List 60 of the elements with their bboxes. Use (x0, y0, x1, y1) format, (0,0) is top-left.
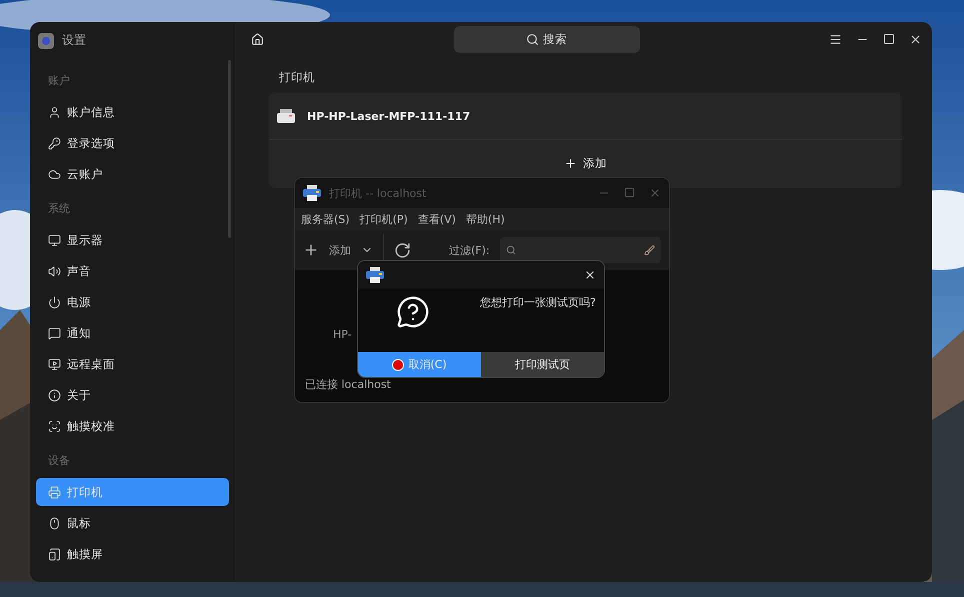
speaker-icon (48, 264, 61, 278)
sidebar-item[interactable]: 声音 (36, 257, 229, 285)
page-title: 打印机 (278, 69, 316, 86)
close-icon[interactable] (909, 32, 922, 46)
filter-label: 过滤(F): (449, 242, 490, 258)
section-heading: 设备 (47, 453, 71, 469)
sidebar-item[interactable]: 触摸屏 (36, 540, 229, 568)
sidebar-item[interactable]: 远程桌面 (36, 350, 229, 378)
add-button[interactable]: 添加 (560, 152, 611, 174)
cloud-icon (48, 168, 61, 180)
printer-icon (48, 486, 61, 498)
sidebar-item[interactable]: 云账户 (36, 160, 229, 188)
touchscreen-icon (48, 548, 61, 560)
filter-field[interactable] (500, 237, 661, 263)
search-field[interactable]: 搜索 (454, 26, 640, 52)
dialog-button[interactable]: 打印测试页 (481, 352, 604, 377)
plus-icon (564, 156, 577, 170)
printer-app-icon (303, 185, 321, 201)
mouse-icon (48, 516, 61, 530)
settings-app-icon (38, 32, 54, 48)
search-icon (506, 245, 516, 255)
key-icon (48, 136, 61, 150)
remote-desktop-icon (48, 358, 61, 370)
section-heading: 系统 (47, 201, 71, 217)
dialog-message: 您想打印一张测试页吗? (480, 295, 596, 311)
close-icon[interactable] (584, 269, 596, 281)
info-icon (48, 388, 61, 402)
add-label[interactable]: 添加 (329, 242, 351, 258)
user-icon (48, 106, 61, 118)
record-icon (392, 358, 404, 370)
question-icon (396, 295, 430, 329)
sidebar-item[interactable]: 显示器 (36, 226, 229, 254)
chat-icon (48, 326, 61, 340)
sidebar-item[interactable]: 鼠标 (36, 509, 229, 537)
sidebar-item[interactable]: 关于 (36, 381, 229, 409)
printer-name[interactable]: HP-HP-Laser-MFP-111-117 (307, 110, 470, 122)
printer-icon (277, 109, 295, 123)
menu-item[interactable]: 帮助(H) (466, 212, 505, 226)
section-heading: 账户 (47, 73, 71, 89)
sidebar-item[interactable]: 电源 (36, 288, 229, 316)
monitor-icon (48, 234, 61, 246)
sidebar-item[interactable]: 触摸校准 (36, 412, 229, 440)
menu-item[interactable]: 服务器(S) (301, 212, 350, 226)
brush-icon[interactable] (644, 244, 655, 256)
refresh-icon[interactable] (394, 242, 411, 258)
sidebar-item[interactable]: 账户信息 (36, 98, 229, 126)
printer-label[interactable]: HP- (333, 328, 352, 341)
window-title: 设置 (62, 32, 86, 49)
window-title: 打印机 -- localhost (329, 186, 426, 200)
menu-item[interactable]: 打印机(P) (360, 212, 408, 226)
search-icon (526, 32, 539, 46)
status-text: 已连接 localhost (305, 377, 391, 392)
sidebar-item[interactable]: 登录选项 (36, 129, 229, 157)
menu-item[interactable]: 查看(V) (418, 212, 456, 226)
menu-icon[interactable] (829, 32, 842, 46)
sidebar-item[interactable]: 通知 (36, 319, 229, 347)
home-icon[interactable] (251, 32, 264, 46)
power-icon (48, 296, 61, 308)
printer-app-icon (366, 267, 384, 283)
plus-icon[interactable] (303, 242, 319, 258)
